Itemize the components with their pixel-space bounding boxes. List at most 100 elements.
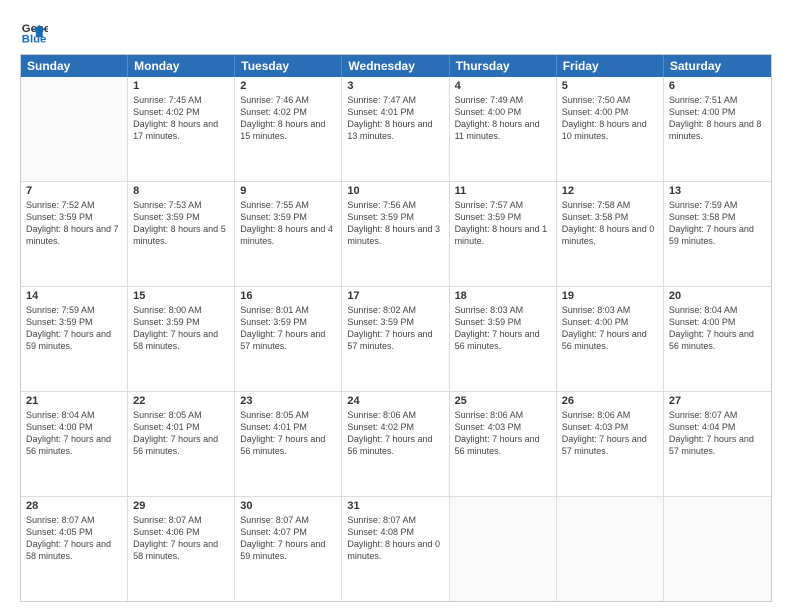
calendar-cell: 31 Sunrise: 8:07 AM Sunset: 4:08 PM Dayli…	[342, 497, 449, 601]
cell-date: 3	[347, 80, 443, 92]
logo-icon: General Blue	[20, 18, 48, 46]
cell-date: 14	[26, 290, 122, 302]
cell-date: 30	[240, 500, 336, 512]
calendar-cell: 1 Sunrise: 7:45 AM Sunset: 4:02 PM Daylig…	[128, 77, 235, 181]
logo: General Blue	[20, 18, 52, 46]
calendar: SundayMondayTuesdayWednesdayThursdayFrid…	[20, 54, 772, 602]
cell-info: Sunrise: 8:07 AM Sunset: 4:06 PM Dayligh…	[133, 514, 229, 563]
cell-info: Sunrise: 8:03 AM Sunset: 4:00 PM Dayligh…	[562, 304, 658, 353]
calendar-cell: 6 Sunrise: 7:51 AM Sunset: 4:00 PM Daylig…	[664, 77, 771, 181]
calendar-cell: 23 Sunrise: 8:05 AM Sunset: 4:01 PM Dayli…	[235, 392, 342, 496]
calendar-cell: 14 Sunrise: 7:59 AM Sunset: 3:59 PM Dayli…	[21, 287, 128, 391]
cell-info: Sunrise: 8:07 AM Sunset: 4:04 PM Dayligh…	[669, 409, 766, 458]
calendar-week-3: 14 Sunrise: 7:59 AM Sunset: 3:59 PM Dayli…	[21, 287, 771, 392]
cell-info: Sunrise: 8:00 AM Sunset: 3:59 PM Dayligh…	[133, 304, 229, 353]
page-header: General Blue	[20, 18, 772, 46]
calendar-cell: 21Sunrise: 8:04 AM Sunset: 4:00 PM Dayli…	[21, 392, 128, 496]
cell-info: Sunrise: 7:51 AM Sunset: 4:00 PM Dayligh…	[669, 94, 766, 143]
calendar-week-1: 1 Sunrise: 7:45 AM Sunset: 4:02 PM Daylig…	[21, 77, 771, 182]
calendar-body: 1 Sunrise: 7:45 AM Sunset: 4:02 PM Daylig…	[21, 77, 771, 601]
calendar-cell: 19Sunrise: 8:03 AM Sunset: 4:00 PM Dayli…	[557, 287, 664, 391]
cell-info: Sunrise: 8:07 AM Sunset: 4:08 PM Dayligh…	[347, 514, 443, 563]
cell-info: Sunrise: 8:02 AM Sunset: 3:59 PM Dayligh…	[347, 304, 443, 353]
calendar-week-5: 28Sunrise: 8:07 AM Sunset: 4:05 PM Dayli…	[21, 497, 771, 601]
cell-date: 16	[240, 290, 336, 302]
cell-date: 1	[133, 80, 229, 92]
header-day-monday: Monday	[128, 55, 235, 77]
cell-info: Sunrise: 8:07 AM Sunset: 4:05 PM Dayligh…	[26, 514, 122, 563]
calendar-header: SundayMondayTuesdayWednesdayThursdayFrid…	[21, 55, 771, 77]
cell-info: Sunrise: 7:59 AM Sunset: 3:58 PM Dayligh…	[669, 199, 766, 248]
cell-info: Sunrise: 7:57 AM Sunset: 3:59 PM Dayligh…	[455, 199, 551, 248]
calendar-cell	[557, 497, 664, 601]
calendar-cell: 15 Sunrise: 8:00 AM Sunset: 3:59 PM Dayli…	[128, 287, 235, 391]
calendar-cell: 30 Sunrise: 8:07 AM Sunset: 4:07 PM Dayli…	[235, 497, 342, 601]
cell-info: Sunrise: 8:04 AM Sunset: 4:00 PM Dayligh…	[669, 304, 766, 353]
cell-date: 20	[669, 290, 766, 302]
cell-date: 29	[133, 500, 229, 512]
header-day-thursday: Thursday	[450, 55, 557, 77]
cell-info: Sunrise: 7:56 AM Sunset: 3:59 PM Dayligh…	[347, 199, 443, 248]
cell-info: Sunrise: 8:05 AM Sunset: 4:01 PM Dayligh…	[240, 409, 336, 458]
cell-info: Sunrise: 8:06 AM Sunset: 4:03 PM Dayligh…	[455, 409, 551, 458]
calendar-cell: 4 Sunrise: 7:49 AM Sunset: 4:00 PM Daylig…	[450, 77, 557, 181]
calendar-cell: 7 Sunrise: 7:52 AM Sunset: 3:59 PM Daylig…	[21, 182, 128, 286]
cell-info: Sunrise: 7:50 AM Sunset: 4:00 PM Dayligh…	[562, 94, 658, 143]
cell-info: Sunrise: 7:55 AM Sunset: 3:59 PM Dayligh…	[240, 199, 336, 248]
cell-info: Sunrise: 7:52 AM Sunset: 3:59 PM Dayligh…	[26, 199, 122, 248]
calendar-cell: 25 Sunrise: 8:06 AM Sunset: 4:03 PM Dayli…	[450, 392, 557, 496]
cell-info: Sunrise: 7:59 AM Sunset: 3:59 PM Dayligh…	[26, 304, 122, 353]
cell-date: 25	[455, 395, 551, 407]
calendar-page: General Blue SundayMondayTuesdayWednesda…	[0, 0, 792, 612]
calendar-cell: 11 Sunrise: 7:57 AM Sunset: 3:59 PM Dayli…	[450, 182, 557, 286]
cell-date: 6	[669, 80, 766, 92]
cell-info: Sunrise: 8:05 AM Sunset: 4:01 PM Dayligh…	[133, 409, 229, 458]
header-day-friday: Friday	[557, 55, 664, 77]
calendar-cell	[21, 77, 128, 181]
header-day-sunday: Sunday	[21, 55, 128, 77]
cell-date: 4	[455, 80, 551, 92]
calendar-cell: 13Sunrise: 7:59 AM Sunset: 3:58 PM Dayli…	[664, 182, 771, 286]
calendar-cell: 12 Sunrise: 7:58 AM Sunset: 3:58 PM Dayli…	[557, 182, 664, 286]
header-day-saturday: Saturday	[664, 55, 771, 77]
cell-info: Sunrise: 8:01 AM Sunset: 3:59 PM Dayligh…	[240, 304, 336, 353]
cell-date: 23	[240, 395, 336, 407]
cell-date: 10	[347, 185, 443, 197]
calendar-cell: 2Sunrise: 7:46 AM Sunset: 4:02 PM Daylig…	[235, 77, 342, 181]
cell-date: 2	[240, 80, 336, 92]
cell-info: Sunrise: 7:53 AM Sunset: 3:59 PM Dayligh…	[133, 199, 229, 248]
calendar-cell: 18Sunrise: 8:03 AM Sunset: 3:59 PM Dayli…	[450, 287, 557, 391]
calendar-cell: 3 Sunrise: 7:47 AM Sunset: 4:01 PM Daylig…	[342, 77, 449, 181]
calendar-cell	[664, 497, 771, 601]
calendar-cell: 16 Sunrise: 8:01 AM Sunset: 3:59 PM Dayli…	[235, 287, 342, 391]
cell-info: Sunrise: 8:04 AM Sunset: 4:00 PM Dayligh…	[26, 409, 122, 458]
cell-date: 15	[133, 290, 229, 302]
cell-date: 11	[455, 185, 551, 197]
calendar-cell: 20 Sunrise: 8:04 AM Sunset: 4:00 PM Dayli…	[664, 287, 771, 391]
calendar-cell: 24Sunrise: 8:06 AM Sunset: 4:02 PM Dayli…	[342, 392, 449, 496]
calendar-cell: 28Sunrise: 8:07 AM Sunset: 4:05 PM Dayli…	[21, 497, 128, 601]
calendar-cell: 26Sunrise: 8:06 AM Sunset: 4:03 PM Dayli…	[557, 392, 664, 496]
cell-info: Sunrise: 7:49 AM Sunset: 4:00 PM Dayligh…	[455, 94, 551, 143]
cell-info: Sunrise: 7:45 AM Sunset: 4:02 PM Dayligh…	[133, 94, 229, 143]
calendar-cell	[450, 497, 557, 601]
cell-info: Sunrise: 8:07 AM Sunset: 4:07 PM Dayligh…	[240, 514, 336, 563]
header-day-tuesday: Tuesday	[235, 55, 342, 77]
cell-date: 5	[562, 80, 658, 92]
calendar-week-4: 21Sunrise: 8:04 AM Sunset: 4:00 PM Dayli…	[21, 392, 771, 497]
cell-info: Sunrise: 8:06 AM Sunset: 4:02 PM Dayligh…	[347, 409, 443, 458]
header-day-wednesday: Wednesday	[342, 55, 449, 77]
cell-info: Sunrise: 8:03 AM Sunset: 3:59 PM Dayligh…	[455, 304, 551, 353]
cell-date: 27	[669, 395, 766, 407]
cell-date: 12	[562, 185, 658, 197]
calendar-cell: 17 Sunrise: 8:02 AM Sunset: 3:59 PM Dayli…	[342, 287, 449, 391]
cell-info: Sunrise: 7:47 AM Sunset: 4:01 PM Dayligh…	[347, 94, 443, 143]
cell-date: 22	[133, 395, 229, 407]
cell-date: 8	[133, 185, 229, 197]
cell-date: 7	[26, 185, 122, 197]
cell-date: 31	[347, 500, 443, 512]
calendar-cell: 5 Sunrise: 7:50 AM Sunset: 4:00 PM Daylig…	[557, 77, 664, 181]
cell-info: Sunrise: 7:58 AM Sunset: 3:58 PM Dayligh…	[562, 199, 658, 248]
calendar-cell: 27 Sunrise: 8:07 AM Sunset: 4:04 PM Dayli…	[664, 392, 771, 496]
cell-date: 17	[347, 290, 443, 302]
